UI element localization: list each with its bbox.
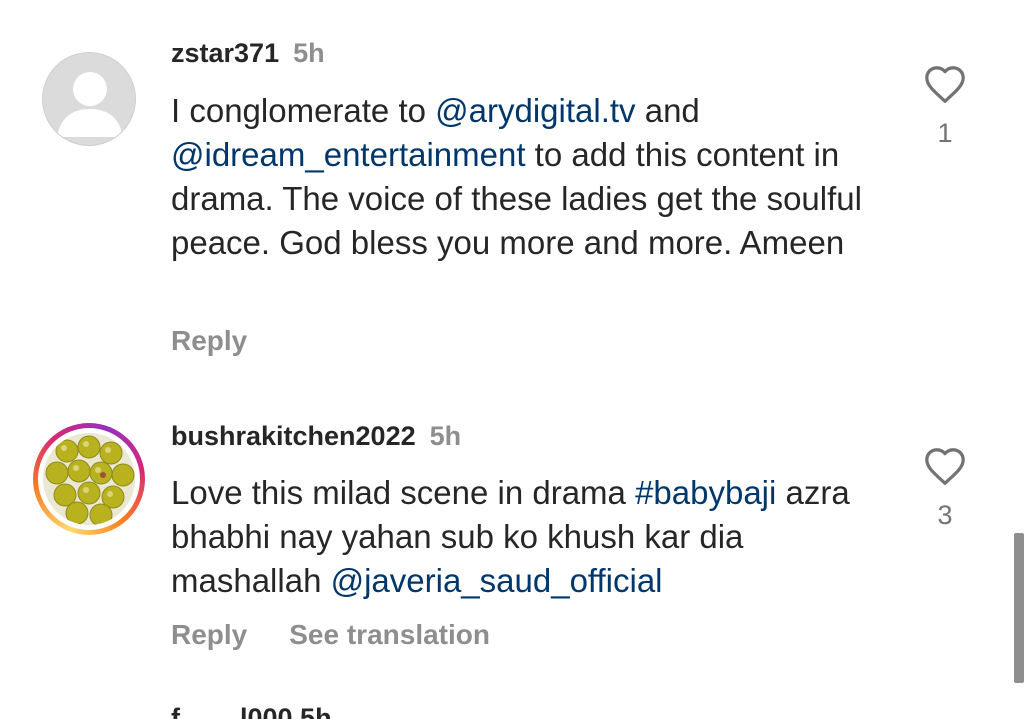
hashtag-link[interactable]: #babybaji [635,474,776,511]
mention-link[interactable]: @javeria_saud_official [331,562,663,599]
avatar-photo [43,433,135,525]
comment-item: bushrakitchen2022 5h Love this milad scen… [0,0,1024,719]
reply-button[interactable]: Reply [171,619,247,650]
heart-outline-icon[interactable] [923,446,967,486]
comment-meta: bushrakitchen2022 5h [171,420,461,452]
comment-actions: Reply See translation [171,619,490,651]
next-comment-username-peek: f....... l000 5h [171,703,332,719]
username[interactable]: bushrakitchen2022 [171,421,416,451]
comments-screen: zstar371 5h I conglomerate to @arydigital… [0,0,1024,719]
story-ring-avatar[interactable] [33,423,145,535]
scrollbar[interactable] [1014,533,1024,683]
see-translation-button[interactable]: See translation [289,619,490,650]
like-control[interactable]: 3 [920,446,970,531]
like-count: 3 [937,500,953,530]
timestamp: 5h [429,421,462,451]
comment-text-part: Love this milad scene in drama [171,474,636,511]
comment-text: Love this milad scene in drama #babybaji… [171,471,901,603]
